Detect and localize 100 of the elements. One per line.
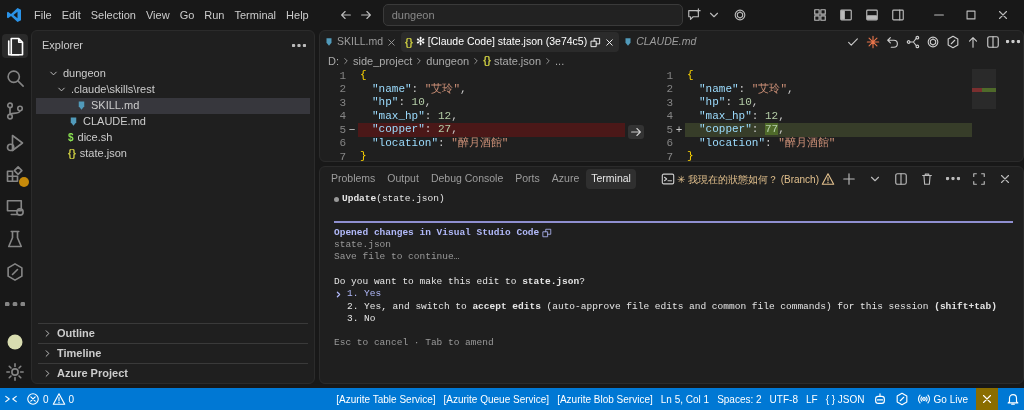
code-line: "hp": 10, [698,96,760,110]
share-button[interactable] [904,33,922,51]
menu-item[interactable]: Selection [86,4,140,26]
menu-item[interactable]: View [141,4,174,26]
search-field[interactable]: dungeon [382,4,683,26]
more-actions-button[interactable] [290,41,308,49]
copilot-button[interactable] [872,392,887,406]
line-number: 1 [665,68,673,84]
status-item[interactable]: { } JSON [825,391,865,407]
editor-tab[interactable]: CLAUDE.md [619,32,701,52]
breadcrumb-item[interactable]: D: [328,52,339,70]
close-icon [998,172,1012,186]
menu-option[interactable]: 1. Yes [347,288,382,301]
status-item[interactable]: [Azurite Blob Service] [557,391,653,407]
copy-icon [590,36,602,48]
line-number: 3 [338,95,346,111]
trash-icon [920,172,934,186]
status-item[interactable]: [Azurite Table Service] [336,391,436,407]
split-terminal-button[interactable] [892,170,910,188]
panel-bottom-icon [865,8,879,22]
json-file-icon: {} [405,34,413,50]
more-icon [946,177,960,181]
shell-file-icon: $ [68,130,74,145]
maximize-panel-button[interactable] [970,170,988,188]
tree-item[interactable]: CLAUDE.md [36,113,310,130]
line-number: 2 [665,82,673,97]
menu-option[interactable]: 2. Yes, and switch to accept edits (auto-approve file edits and common file commands) for this session (shift+tab) [347,300,997,313]
code-line: { [686,69,695,83]
split-editor-button[interactable] [984,33,1002,51]
notifications-button[interactable] [1006,392,1020,406]
panel-tab[interactable]: Azure [546,169,585,189]
terminal-line: state.json [334,239,391,252]
more-actions-button[interactable] [944,175,962,183]
panel-tab[interactable]: Output [382,169,424,189]
arrow-right-icon [358,8,373,22]
plus-icon [842,172,856,186]
folder-tree-item[interactable]: .claude\skills\rest [36,81,310,98]
tree-item[interactable]: $ dice.sh [36,129,310,146]
explorer-button[interactable] [2,34,28,59]
panel-tab[interactable]: Debug Console [425,169,509,189]
code-line: "location": "醉月酒館" [371,136,510,150]
breadcrumb-item[interactable]: dungeon [426,52,470,70]
panel-tab[interactable]: Ports [510,169,545,189]
arrow-left-icon [338,8,353,22]
more-actions-button[interactable] [1004,38,1022,46]
menu-item[interactable]: Run [200,4,229,26]
status-item[interactable]: [Azurite Queue Service] [443,391,550,407]
go-live-button[interactable]: Go Live [916,391,968,407]
changed-value: 77 [765,123,779,135]
menu-item[interactable]: Edit [57,4,85,26]
sidebar-right-icon [891,8,905,22]
breadcrumb-item[interactable]: {} state.json [483,52,542,70]
section-header[interactable]: Azure Project [38,363,308,383]
claude-button[interactable] [864,33,882,51]
breadcrumb-item[interactable]: side_project [353,52,413,70]
menu-option[interactable]: 3. No [347,312,376,326]
editor-tab[interactable]: {} ✻ [Claude Code] state.json (3e74c5) [401,32,620,52]
section-header[interactable]: Outline [38,323,308,343]
folder-tree-item[interactable]: dungeon [36,65,310,82]
line-number: 7 [338,149,346,161]
menu-item[interactable]: File [30,4,56,26]
revert-change-button[interactable] [628,125,644,139]
breadcrumb-item[interactable]: ... [555,52,565,70]
files-icon [5,36,25,57]
close-icon [980,392,994,406]
markdown-file-icon [76,100,87,111]
status-item[interactable]: Spaces: 2 [717,391,762,407]
more-icon [1006,40,1020,44]
code-line: } [359,150,368,161]
new-terminal-button[interactable] [840,170,858,188]
check-icon [846,35,860,49]
highlighted-status-button[interactable] [976,388,998,410]
code-line: "hp": 10, [371,96,433,110]
flask-icon [5,229,25,250]
hexagon-circle-icon [732,8,747,22]
line-number: 5 [338,122,346,138]
menu-item[interactable]: Terminal [230,4,281,26]
markdown-file-icon [324,37,334,47]
diff-marker: + [674,122,684,138]
status-item[interactable]: LF [805,391,818,407]
maximize-icon [972,172,986,186]
tree-item[interactable]: {} state.json [36,145,310,162]
panel-tab[interactable]: Terminal [586,169,636,189]
status-item[interactable]: Ln 5, Col 1 [660,391,710,407]
extension-status-button[interactable] [894,392,909,406]
panel-tab[interactable]: Problems [326,169,381,189]
editor-tab[interactable]: SKILL.md [320,32,402,52]
menu-item[interactable]: Go [175,4,199,26]
terminal-line: Save file to continue… [334,251,460,264]
tree-item[interactable]: SKILL.md [36,97,310,114]
grid-icon [813,8,827,22]
code-line: "max_hp": 12, [371,109,459,123]
status-item[interactable]: UTF-8 [769,391,798,407]
section-header[interactable]: Timeline [38,343,308,363]
code-line: { [359,69,368,83]
robot-icon [872,392,887,406]
line-number: 2 [338,82,346,97]
layout-button[interactable] [811,6,829,24]
terminal-title[interactable]: ✳ 我現在的狀態如何？ (Branch) [677,171,819,187]
menu-item[interactable]: Help [282,4,313,26]
